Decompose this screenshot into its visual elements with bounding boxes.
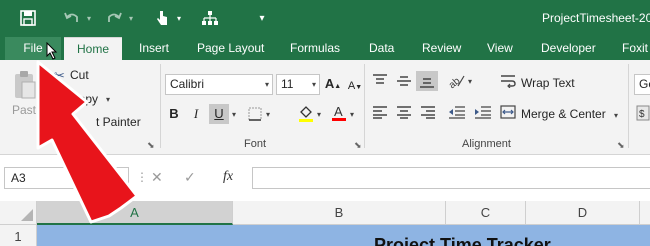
annotation-arrow-icon (36, 60, 139, 224)
